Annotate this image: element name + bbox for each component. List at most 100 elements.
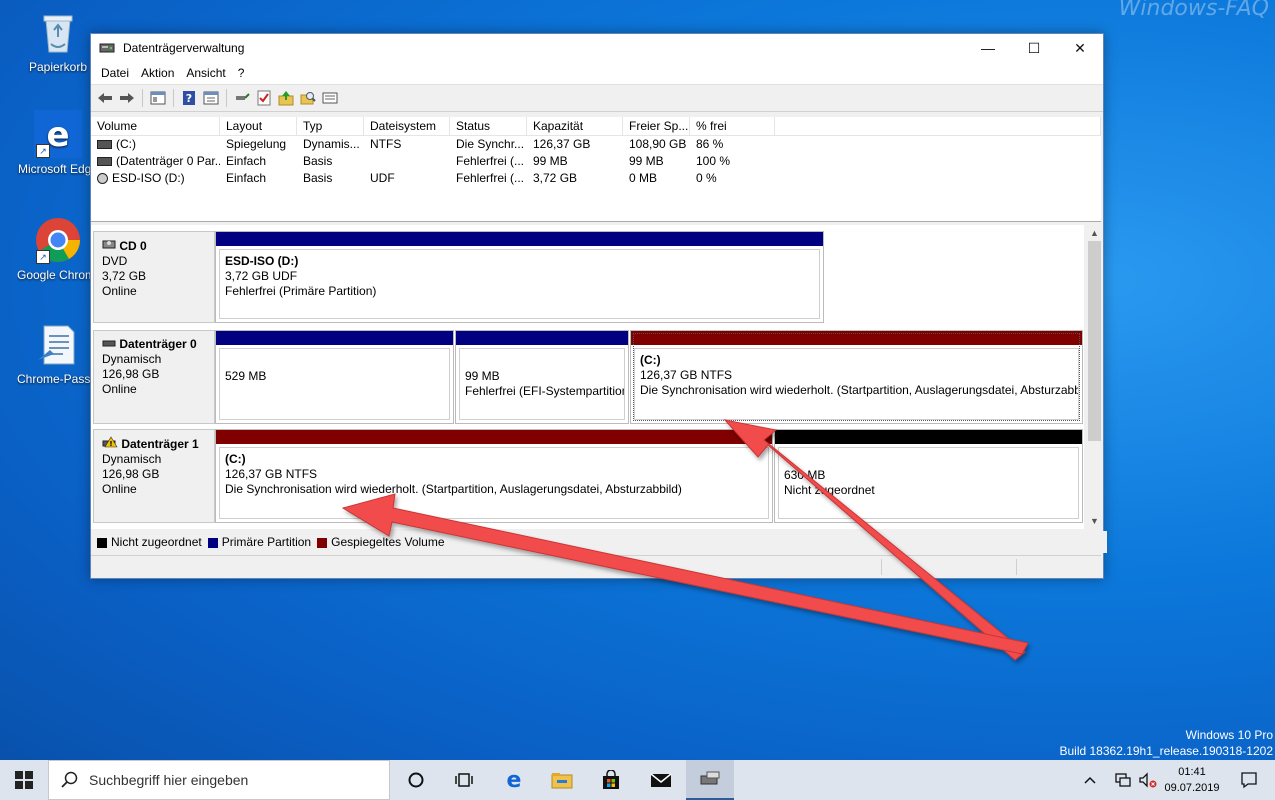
- clock-date: 09.07.2019: [1164, 782, 1220, 794]
- menu-help[interactable]: ?: [232, 66, 251, 80]
- folder-up-icon[interactable]: [276, 88, 296, 108]
- store-icon[interactable]: [587, 760, 635, 800]
- legend-item: Nicht zugeordnet: [97, 535, 202, 549]
- partition-size: 99 MB: [465, 369, 500, 383]
- disk-name: CD 0: [119, 239, 147, 253]
- disk-type: Dynamisch: [102, 452, 162, 466]
- cell-freier-speicher: 108,90 GB: [629, 137, 687, 151]
- check-icon[interactable]: [254, 88, 274, 108]
- column-header-volume[interactable]: Volume: [91, 117, 220, 135]
- disk-management-taskbar-icon[interactable]: [686, 760, 734, 800]
- partition-size: 126,37 GB NTFS: [640, 368, 733, 382]
- toolbar: ?: [91, 84, 1103, 112]
- table-row[interactable]: ESD-ISO (D:) Einfach Basis UDF Fehlerfre…: [91, 170, 1101, 187]
- scrollbar-thumb[interactable]: [1088, 241, 1101, 441]
- partition-bar: [631, 331, 1082, 345]
- start-button[interactable]: [0, 760, 48, 800]
- system-clock[interactable]: 01:41 09.07.2019: [1157, 764, 1227, 796]
- os-build: Build 18362.19h1_release.190318-1202: [1059, 744, 1273, 758]
- properties-icon[interactable]: [201, 88, 221, 108]
- column-header-typ[interactable]: Typ: [297, 117, 364, 135]
- action-center-icon[interactable]: [1231, 760, 1267, 800]
- column-header-kapazitaet[interactable]: Kapazität: [527, 117, 623, 135]
- disk-label-cd0[interactable]: CD 0 DVD 3,72 GB Online: [93, 231, 215, 323]
- network-icon[interactable]: [1112, 760, 1134, 800]
- vertical-scrollbar[interactable]: ▲ ▼: [1086, 225, 1103, 529]
- task-view-icon[interactable]: [440, 760, 488, 800]
- mail-icon[interactable]: [637, 760, 685, 800]
- cell-prozent-frei: 0 %: [696, 171, 717, 185]
- console-tree-icon[interactable]: [148, 88, 168, 108]
- partition-c-disk0[interactable]: (C:) 126,37 GB NTFS Die Synchronisation …: [630, 330, 1083, 424]
- column-header-empty: [775, 117, 1101, 135]
- table-row[interactable]: (Datenträger 0 Par... Einfach Basis Fehl…: [91, 153, 1101, 170]
- legend-swatch-unallocated: [97, 537, 107, 548]
- tray-overflow-icon[interactable]: [1080, 760, 1100, 800]
- desktop-icon-chrome[interactable]: ↗ Google Chrome: [17, 216, 99, 282]
- partition-529mb[interactable]: 529 MB: [215, 330, 454, 424]
- partition-size: 126,37 GB NTFS: [225, 467, 318, 481]
- scroll-up-icon[interactable]: ▲: [1086, 225, 1103, 241]
- desktop-icon-label: Microsoft Edge: [17, 162, 99, 176]
- cell-freier-speicher: 99 MB: [629, 154, 664, 168]
- cell-kapazitaet: 126,37 GB: [533, 137, 591, 151]
- cortana-icon[interactable]: [392, 760, 440, 800]
- os-name: Windows 10 Pro: [1185, 728, 1273, 742]
- disk-size: 126,98 GB: [102, 367, 160, 381]
- column-header-status[interactable]: Status: [450, 117, 527, 135]
- partition-unallocated[interactable]: 630 MB Nicht zugeordnet: [774, 429, 1083, 523]
- list-icon[interactable]: [320, 88, 340, 108]
- cell-status: Fehlerfrei (...: [456, 154, 525, 168]
- partition-bar: [775, 430, 1082, 444]
- column-header-freier-speicher[interactable]: Freier Sp...: [623, 117, 690, 135]
- shortcut-arrow-icon: ↗: [36, 144, 50, 158]
- cell-prozent-frei: 86 %: [696, 137, 724, 151]
- close-button[interactable]: ✕: [1057, 34, 1103, 62]
- disk-graphical-view: CD 0 DVD 3,72 GB Online ESD-ISO (D:) 3,7…: [91, 225, 1084, 529]
- table-row[interactable]: (C:) Spiegelung Dynamis... NTFS Die Sync…: [91, 136, 1101, 153]
- minimize-button[interactable]: —: [965, 34, 1011, 62]
- disk-management-window: Datenträgerverwaltung — ☐ ✕ Datei Aktion…: [90, 33, 1107, 579]
- column-header-dateisystem[interactable]: Dateisystem: [364, 117, 450, 135]
- edge-taskbar-icon[interactable]: e: [490, 760, 538, 800]
- cell-layout: Spiegelung: [226, 137, 287, 151]
- desktop-icon-recycle-bin[interactable]: Papierkorb: [17, 8, 99, 74]
- help-icon[interactable]: ?: [179, 88, 199, 108]
- disk-label-datentraeger-1[interactable]: ! Datenträger 1 Dynamisch 126,98 GB Onli…: [93, 429, 215, 523]
- menu-aktion[interactable]: Aktion: [135, 66, 180, 80]
- desktop-icon-edge[interactable]: e ↗ Microsoft Edge: [17, 110, 99, 176]
- forward-arrow-icon[interactable]: [117, 88, 137, 108]
- desktop-icon-label: Google Chrome: [17, 268, 99, 282]
- cell-layout: Einfach: [226, 171, 267, 185]
- disk-label-datentraeger-0[interactable]: Datenträger 0 Dynamisch 126,98 GB Online: [93, 330, 215, 424]
- partition-c-disk1[interactable]: (C:) 126,37 GB NTFS Die Synchronisation …: [215, 429, 773, 523]
- taskbar-search-box[interactable]: Suchbegriff hier eingeben: [48, 760, 390, 800]
- back-arrow-icon[interactable]: [95, 88, 115, 108]
- svg-text:!: !: [109, 440, 112, 448]
- desktop-icon-label: Chrome-Passwort: [17, 372, 99, 386]
- cell-dateisystem: UDF: [370, 171, 395, 185]
- column-header-layout[interactable]: Layout: [220, 117, 297, 135]
- document-icon: [34, 320, 82, 368]
- maximize-button[interactable]: ☐: [1011, 34, 1057, 62]
- menu-datei[interactable]: Datei: [95, 66, 135, 80]
- partition-esd-iso[interactable]: ESD-ISO (D:) 3,72 GB UDF Fehlerfrei (Pri…: [215, 231, 824, 323]
- scroll-down-icon[interactable]: ▼: [1086, 513, 1103, 529]
- legend: Nicht zugeordnet Primäre Partition Gespi…: [91, 531, 1107, 553]
- column-header-prozent-frei[interactable]: % frei: [690, 117, 775, 135]
- cell-typ: Basis: [303, 154, 333, 168]
- legend-swatch-mirrored: [317, 537, 328, 548]
- desktop-icon-chrome-passwort[interactable]: Chrome-Passwort: [17, 320, 99, 386]
- drive-icon: [97, 140, 112, 150]
- menu-ansicht[interactable]: Ansicht: [180, 66, 231, 80]
- cell-freier-speicher: 0 MB: [629, 171, 658, 185]
- file-explorer-icon[interactable]: [538, 760, 586, 800]
- search-folder-icon[interactable]: [298, 88, 318, 108]
- cell-status: Fehlerfrei (...: [456, 171, 525, 185]
- partition-status: Die Synchronisation wird wiederholt. (St…: [640, 383, 1079, 397]
- partition-efi[interactable]: 99 MB Fehlerfrei (EFI-Systempartition: [455, 330, 629, 424]
- volume-list: Volume Layout Typ Dateisystem Status Kap…: [91, 117, 1101, 222]
- connect-icon[interactable]: [232, 88, 252, 108]
- cell-prozent-frei: 100 %: [696, 154, 731, 168]
- title-bar[interactable]: Datenträgerverwaltung — ☐ ✕: [91, 34, 1103, 62]
